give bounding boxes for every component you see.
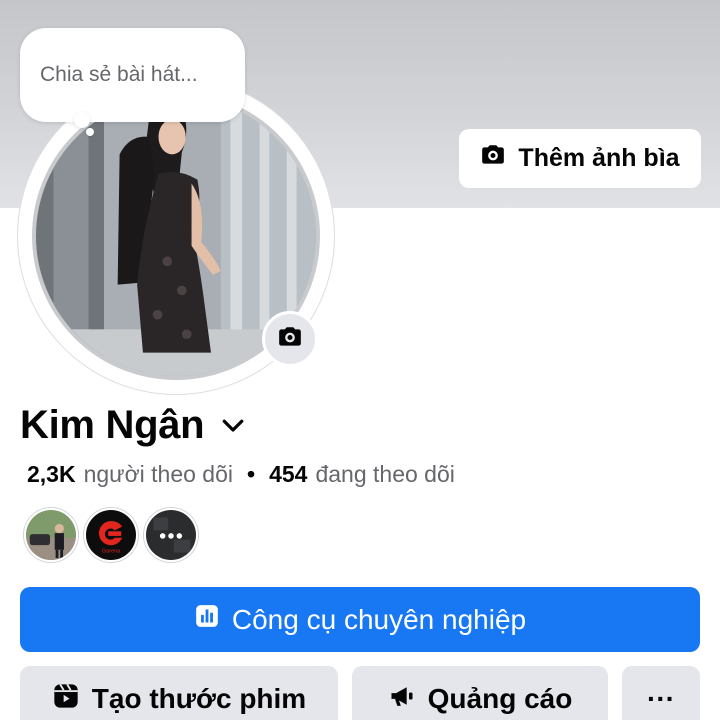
create-reel-label: Tạo thước phim	[91, 683, 307, 714]
stats-separator: •	[247, 460, 256, 487]
change-profile-picture-button[interactable]	[262, 311, 318, 367]
reel-icon	[52, 682, 80, 717]
follow-stats: 2,3K người theo dõi • 454 đang theo dõi	[27, 458, 455, 490]
chevron-down-icon	[218, 406, 248, 445]
advertise-button[interactable]: Quảng cáo	[352, 666, 608, 720]
camera-icon	[480, 142, 506, 175]
add-cover-photo-label: Thêm ảnh bìa	[518, 144, 680, 172]
note-bubble-tail	[74, 112, 90, 128]
profile-name-switcher[interactable]: Kim Ngân	[20, 398, 248, 452]
friend-avatar[interactable]	[24, 508, 78, 562]
professional-tools-label: Công cụ chuyên nghiệp	[231, 603, 527, 635]
friend-avatar-more[interactable]	[144, 508, 198, 562]
garena-badge-text: Garena	[102, 549, 121, 555]
advertise-label: Quảng cáo	[427, 683, 573, 714]
profile-name: Kim Ngân	[20, 402, 205, 447]
followers-count: 2,3K	[27, 460, 76, 487]
followers-label: người theo dõi	[83, 460, 234, 487]
create-reel-button[interactable]: Tạo thước phim	[20, 666, 338, 720]
add-cover-photo-button[interactable]: Thêm ảnh bìa	[459, 129, 701, 188]
more-options-label: ···	[647, 683, 675, 714]
mutual-friends-avatars: Garena	[24, 508, 198, 562]
following-count: 454	[269, 460, 308, 487]
note-share-song-bubble[interactable]: Chia sẻ bài hát...	[20, 28, 245, 122]
following-label: đang theo dõi	[315, 460, 455, 487]
more-options-button[interactable]: ···	[622, 666, 700, 720]
note-bubble-tail-small	[86, 128, 94, 136]
following-link[interactable]: 454 đang theo dõi	[269, 461, 455, 488]
chart-icon	[194, 603, 220, 636]
megaphone-icon	[388, 682, 416, 717]
friend-avatar-garena[interactable]: Garena	[84, 508, 138, 562]
camera-icon	[277, 324, 303, 355]
professional-tools-button[interactable]: Công cụ chuyên nghiệp	[20, 587, 700, 652]
note-placeholder: Chia sẻ bài hát...	[40, 63, 198, 86]
followers-link[interactable]: 2,3K người theo dõi	[27, 461, 233, 488]
